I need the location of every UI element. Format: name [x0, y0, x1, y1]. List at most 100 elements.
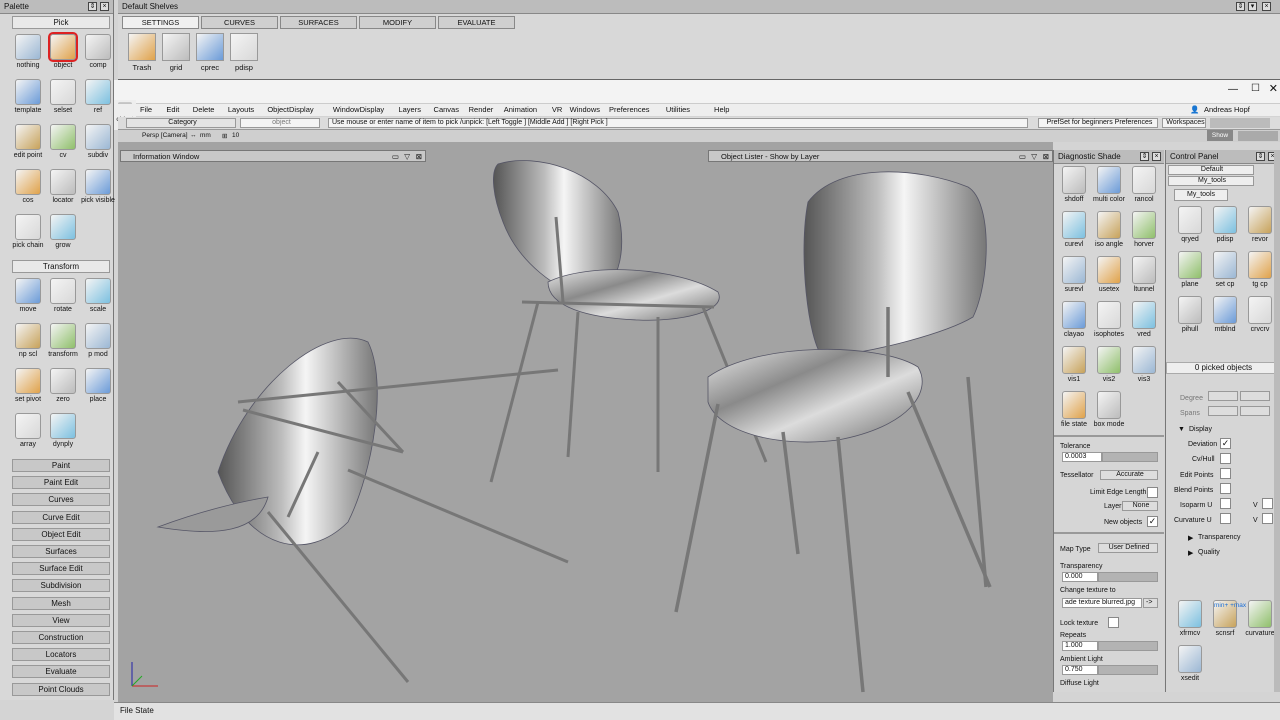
menu-file[interactable]: File: [140, 105, 152, 114]
tg-cp-tool[interactable]: tg cp: [1242, 251, 1278, 288]
set-cp-tool[interactable]: set cp: [1207, 251, 1243, 288]
tab-settings[interactable]: SETTINGS: [122, 16, 199, 29]
prefset-label[interactable]: PrefSet for beginners Preferences: [1038, 118, 1158, 128]
pdisp-tool[interactable]: pdisp: [1207, 206, 1243, 243]
maximize-icon[interactable]: ☐: [1251, 83, 1260, 94]
close-icon[interactable]: ×: [100, 2, 109, 11]
transparency-slider[interactable]: [1098, 572, 1158, 582]
user-icon[interactable]: 👤: [1190, 105, 1199, 114]
section-surface-edit[interactable]: Surface Edit: [12, 562, 110, 576]
display-expander-icon[interactable]: ▼: [1178, 426, 1185, 433]
section-curve-edit[interactable]: Curve Edit: [12, 510, 110, 524]
edit-point-tool[interactable]: edit point: [10, 124, 46, 159]
limit-edge-checkbox[interactable]: [1147, 487, 1158, 498]
ltunnel-tool[interactable]: ltunnel: [1126, 256, 1162, 293]
section-paint[interactable]: Paint: [12, 459, 110, 472]
zero-tool[interactable]: zero: [45, 368, 81, 403]
np-scl-tool[interactable]: np scl: [10, 323, 46, 358]
pdisp-tool[interactable]: pdisp: [228, 33, 260, 72]
transparency-expander[interactable]: Transparency: [1198, 534, 1241, 541]
menu-objectdisplay[interactable]: ObjectDisplay: [267, 105, 313, 114]
section-locators[interactable]: Locators: [12, 648, 110, 662]
deviation-checkbox[interactable]: ✓: [1220, 438, 1231, 449]
curvature-v-checkbox[interactable]: [1262, 513, 1273, 524]
menu-render[interactable]: Render: [469, 105, 494, 114]
menu-edit[interactable]: Edit: [166, 105, 179, 114]
object-tool[interactable]: object: [45, 32, 81, 69]
transform-tool[interactable]: transform: [45, 323, 81, 358]
section-curves[interactable]: Curves: [12, 493, 110, 507]
repeats-input[interactable]: 1.000: [1062, 641, 1098, 651]
curvature-u-checkbox[interactable]: [1220, 513, 1231, 524]
vis3-tool[interactable]: vis3: [1126, 346, 1162, 383]
set-pivot-tool[interactable]: set pivot: [10, 368, 46, 403]
array-tool[interactable]: array: [10, 413, 46, 448]
surevl-tool[interactable]: surevl: [1056, 256, 1092, 293]
texture-file-input[interactable]: ade texture blurred.jpg: [1062, 598, 1142, 608]
cprec-tool[interactable]: cprec: [194, 33, 226, 72]
close-icon[interactable]: ⊠: [1043, 151, 1049, 162]
comp-tool[interactable]: comp: [80, 34, 116, 69]
transform-section-header[interactable]: Transform: [12, 260, 110, 273]
isophotes-tool[interactable]: isophotes: [1091, 301, 1127, 338]
tab-curves[interactable]: CURVES: [201, 16, 278, 29]
nothing-tool[interactable]: nothing: [10, 34, 46, 69]
rancol-tool[interactable]: rancol: [1126, 166, 1162, 203]
grow-tool[interactable]: grow: [45, 214, 81, 249]
place-tool[interactable]: place: [80, 368, 116, 403]
menu-canvas[interactable]: Canvas: [434, 105, 459, 114]
window-icon[interactable]: ▭: [1019, 151, 1026, 162]
xsedit-tool[interactable]: xsedit: [1172, 645, 1208, 682]
minimize-icon[interactable]: —: [1228, 84, 1238, 95]
menu-icon[interactable]: ▾: [1248, 2, 1257, 11]
usetex-tool[interactable]: usetex: [1091, 256, 1127, 293]
pick-section-header[interactable]: Pick: [12, 16, 110, 29]
section-mesh[interactable]: Mesh: [12, 596, 110, 610]
locator-tool[interactable]: locator: [45, 169, 81, 204]
dynply-tool[interactable]: dynply: [45, 413, 81, 448]
quality-expander-icon[interactable]: ▶: [1188, 549, 1193, 557]
multi-color-tool[interactable]: multi color: [1091, 166, 1127, 203]
pin-icon[interactable]: ⇕: [1236, 2, 1245, 11]
section-point-clouds[interactable]: Point Clouds: [12, 682, 110, 696]
ambient-input[interactable]: 0.750: [1062, 665, 1098, 675]
menu-windowdisplay[interactable]: WindowDisplay: [333, 105, 384, 114]
lock-texture-checkbox[interactable]: [1108, 617, 1119, 628]
tolerance-slider[interactable]: [1102, 452, 1158, 462]
scrollbar[interactable]: [1274, 150, 1280, 692]
menu-utilities[interactable]: Utilities: [666, 105, 690, 114]
plane-tool[interactable]: plane: [1172, 251, 1208, 288]
close-icon[interactable]: ×: [1262, 2, 1271, 11]
workspaces-button[interactable]: Workspaces: [1162, 118, 1206, 128]
vis2-tool[interactable]: vis2: [1091, 346, 1127, 383]
curvature-tool[interactable]: curvature: [1242, 600, 1278, 637]
qryed-tool[interactable]: qryed: [1172, 206, 1208, 243]
my-tools-tab[interactable]: My_tools: [1174, 189, 1228, 201]
curevl-tool[interactable]: curevl: [1056, 211, 1092, 248]
menu-vr[interactable]: VR: [552, 105, 562, 114]
display-header[interactable]: Display: [1189, 426, 1212, 433]
spans-field[interactable]: [1208, 406, 1238, 416]
p-mod-tool[interactable]: p mod: [80, 323, 116, 358]
template-tool[interactable]: template: [10, 79, 46, 114]
edit-points-checkbox[interactable]: [1220, 468, 1231, 479]
info-window-bar[interactable]: Information Window ▭ ▽ ⊠: [120, 150, 426, 162]
subdiv-tool[interactable]: subdiv: [80, 124, 116, 159]
mtblnd-tool[interactable]: mtblnd: [1207, 296, 1243, 333]
menu-delete[interactable]: Delete: [193, 105, 215, 114]
window-close-icon[interactable]: ✕: [1269, 82, 1278, 95]
chevron-down-icon[interactable]: ▽: [404, 151, 410, 162]
section-subdivision[interactable]: Subdivision: [12, 579, 110, 593]
chevron-down-icon[interactable]: ▽: [1031, 151, 1037, 162]
texture-browse-button[interactable]: ->: [1143, 598, 1158, 608]
horver-tool[interactable]: horver: [1126, 211, 1162, 248]
section-view[interactable]: View: [12, 613, 110, 627]
pin-icon[interactable]: ⇕: [88, 2, 97, 11]
view-controls[interactable]: [1238, 131, 1278, 141]
pick-visible-tool[interactable]: pick visible: [80, 169, 116, 204]
pihull-tool[interactable]: pihull: [1172, 296, 1208, 333]
spans-v-field[interactable]: [1240, 406, 1270, 416]
shelf-select[interactable]: My_tools: [1168, 176, 1254, 186]
move-tool[interactable]: move: [10, 278, 46, 313]
degree-v-field[interactable]: [1240, 391, 1270, 401]
